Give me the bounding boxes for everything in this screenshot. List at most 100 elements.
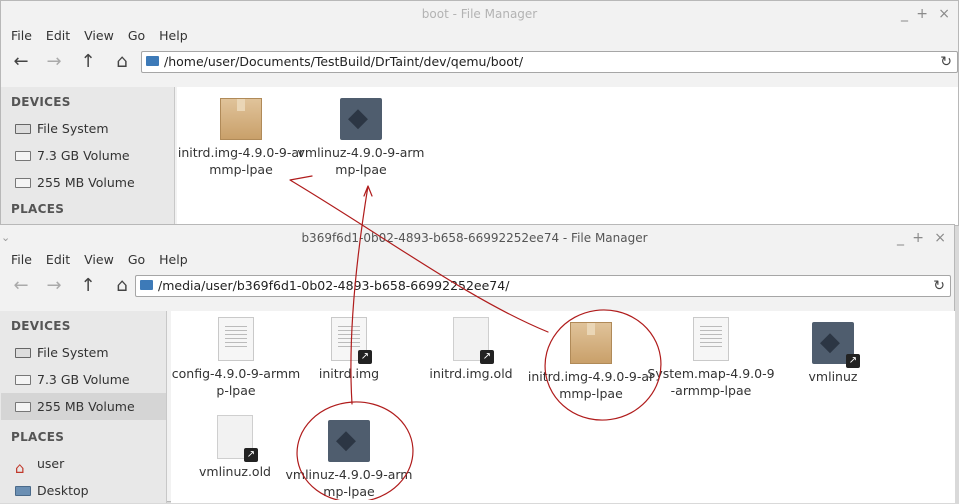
reload-icon[interactable]: ↻ [933,276,945,296]
toolbar: ← → ↑ ⌂ /media/user/b369f6d1-0b02-4893-b… [0,271,954,303]
file-name: initrd.img.old [429,366,513,381]
sidebar-item-label: File System [37,121,109,136]
forward-arrow-icon[interactable]: → [43,51,65,73]
places-header: PLACES [11,430,65,444]
sidebar-item-file-system[interactable]: File System [1,115,174,142]
binary-icon [328,420,370,462]
menu-go[interactable]: Go [122,27,153,47]
file-item[interactable]: ↗ initrd.img [284,317,414,382]
places-header: PLACES [11,202,65,216]
reload-icon[interactable]: ↻ [940,52,952,72]
file-name: config-4.9.0-9-armmp-lpae [171,366,301,398]
blank-file-icon: ↗ [217,415,258,462]
menu-file[interactable]: File [5,27,40,47]
back-arrow-icon[interactable]: ← [10,51,32,73]
menu-edit[interactable]: Edit [40,27,78,47]
drive-icon [15,375,31,385]
file-name: initrd.img-4.9.0-9-armmp-lpae [177,145,305,177]
sidebar-item-file-system[interactable]: File System [1,339,166,366]
binary-icon: ↗ [812,322,860,368]
sidebar-item-7-3gb-volume[interactable]: 7.3 GB Volume [1,142,174,169]
folder-icon [146,56,159,66]
window-title: b369f6d1-0b02-4893-b658-66992252ee74 - F… [301,231,648,245]
devices-header: DEVICES [11,95,71,109]
file-item[interactable]: ↗ initrd.img.old [406,317,536,382]
file-view[interactable]: initrd.img-4.9.0-9-armmp-lpae vmlinuz-4.… [177,87,958,225]
up-arrow-icon[interactable]: ↑ [77,275,99,297]
sidebar-item-7-3gb-volume[interactable]: 7.3 GB Volume [1,366,166,393]
symlink-arrow-icon: ↗ [244,448,258,462]
drive-icon [15,402,31,412]
symlink-arrow-icon: ↗ [358,350,372,364]
symlink-arrow-icon: ↗ [846,354,860,368]
minimize-button[interactable]: _ [901,1,908,27]
menu-help[interactable]: Help [153,251,196,271]
file-item[interactable]: config-4.9.0-9-armmp-lpae [171,317,301,399]
menu-go[interactable]: Go [122,251,153,271]
text-file-icon [693,317,729,361]
menu-edit[interactable]: Edit [40,251,78,271]
binary-icon [340,98,382,140]
menu-view[interactable]: View [78,251,122,271]
drive-icon [15,348,31,358]
file-name: vmlinuz.old [199,464,271,479]
file-item[interactable]: System.map-4.9.0-9-armmp-lpae [646,317,776,399]
sidebar-item-255mb-volume[interactable]: 255 MB Volume [1,169,174,196]
menu-view[interactable]: View [78,27,122,47]
maximize-button[interactable]: + [912,225,924,251]
file-name: initrd.img [318,366,380,381]
back-arrow-icon[interactable]: ← [10,275,32,297]
sidebar-item-label: File System [37,345,109,360]
home-icon[interactable]: ⌂ [111,51,133,73]
location-path: /media/user/b369f6d1-0b02-4893-b658-6699… [158,278,510,293]
file-item[interactable]: vmlinuz-4.9.0-9-armmp-lpae [284,420,414,500]
file-name: vmlinuz-4.9.0-9-armmp-lpae [285,467,413,499]
sidebar-item-255mb-volume[interactable]: 255 MB Volume [1,393,166,420]
sidebar-item-user[interactable]: ⌂ user [1,450,166,477]
file-item[interactable]: ↗ vmlinuz [768,322,898,385]
location-bar[interactable]: /home/user/Documents/TestBuild/DrTaint/d… [141,51,958,73]
text-file-icon: ↗ [331,317,372,364]
top-window-titlebar[interactable]: boot - File Manager _ + × [1,1,958,27]
close-button[interactable]: × [938,1,950,27]
file-name: System.map-4.9.0-9-armmp-lpae [647,366,775,398]
sidebar-item-label: Desktop [37,483,89,498]
file-item[interactable]: ↗ vmlinuz.old [171,415,300,480]
package-icon [570,322,612,364]
file-item[interactable]: initrd.img-4.9.0-9-armmp-lpae [526,322,656,402]
sidebar-item-label: 7.3 GB Volume [37,148,130,163]
desktop-icon [15,486,31,496]
devices-header: DEVICES [11,319,71,333]
sidebar-item-label: 7.3 GB Volume [37,372,130,387]
maximize-button[interactable]: + [916,1,928,27]
menubar: File Edit View Go Help [0,251,954,271]
close-button[interactable]: × [934,225,946,251]
sidebar-item-label: user [37,456,65,471]
up-arrow-icon[interactable]: ↑ [77,51,99,73]
window-menu-icon[interactable]: ⌄ [1,225,10,251]
forward-arrow-icon[interactable]: → [43,275,65,297]
symlink-arrow-icon: ↗ [480,350,494,364]
menu-help[interactable]: Help [153,27,196,47]
bottom-window-titlebar[interactable]: ⌄ b369f6d1-0b02-4893-b658-66992252ee74 -… [0,225,954,251]
drive-icon [15,151,31,161]
file-item[interactable]: initrd.img-4.9.0-9-armmp-lpae [177,98,306,178]
folder-icon [140,280,153,290]
file-item[interactable]: vmlinuz-4.9.0-9-armmp-lpae [296,98,426,178]
file-view[interactable]: config-4.9.0-9-armmp-lpae ↗ initrd.img ↗… [171,311,955,503]
sidebar-item-label: 255 MB Volume [37,399,135,414]
file-name: initrd.img-4.9.0-9-armmp-lpae [527,369,655,401]
file-name: vmlinuz-4.9.0-9-armmp-lpae [297,145,425,177]
menu-file[interactable]: File [5,251,40,271]
blank-file-icon: ↗ [453,317,494,364]
sidebar-item-label: 255 MB Volume [37,175,135,190]
top-file-manager-window[interactable]: boot - File Manager _ + × File Edit View… [0,0,959,226]
drive-icon [15,178,31,188]
minimize-button[interactable]: _ [897,225,904,251]
sidebar: DEVICES File System 7.3 GB Volume 255 MB… [1,87,175,225]
bottom-file-manager-window[interactable]: ⌄ b369f6d1-0b02-4893-b658-66992252ee74 -… [0,224,955,503]
home-icon[interactable]: ⌂ [111,275,133,297]
location-path: /home/user/Documents/TestBuild/DrTaint/d… [164,54,524,69]
toolbar: ← → ↑ ⌂ /home/user/Documents/TestBuild/D… [1,47,958,79]
location-bar[interactable]: /media/user/b369f6d1-0b02-4893-b658-6699… [135,275,951,297]
